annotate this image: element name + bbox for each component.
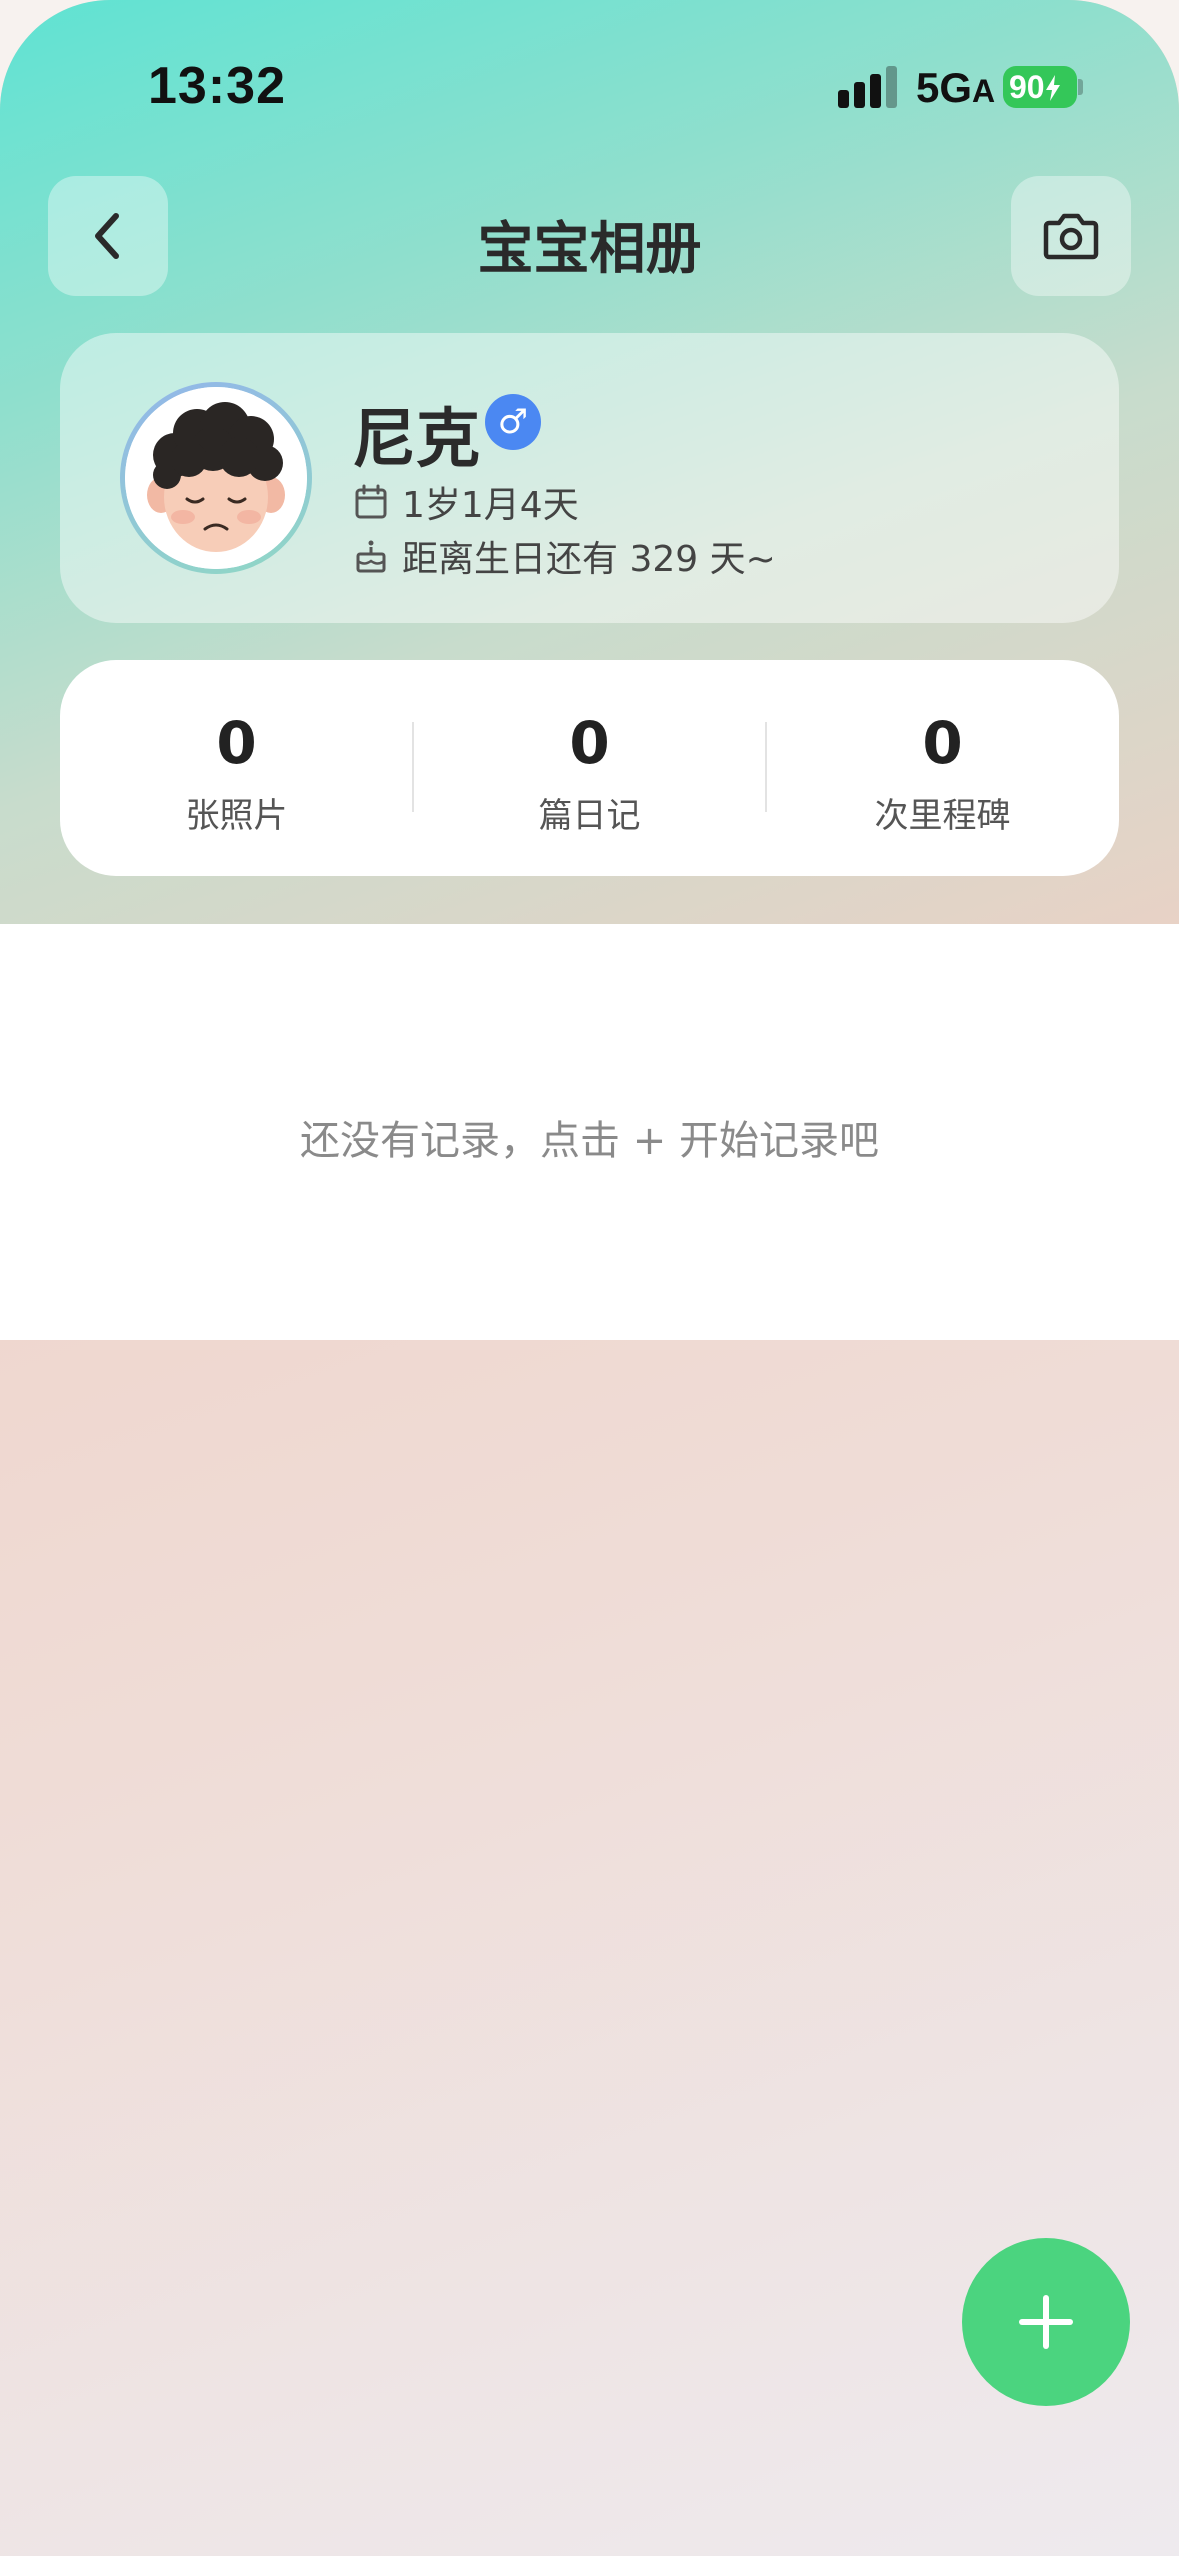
plus-icon bbox=[1019, 2295, 1073, 2349]
charging-bolt-icon bbox=[1045, 75, 1060, 101]
stats-card: 0 张照片 0 篇日记 0 次里程碑 bbox=[60, 660, 1119, 876]
battery-indicator: 90 bbox=[1003, 66, 1077, 108]
cake-icon bbox=[356, 540, 386, 573]
stat-value: 0 bbox=[922, 709, 963, 777]
age-row: 1岁1月4天 bbox=[354, 476, 579, 528]
age-text: 1岁1月4天 bbox=[402, 485, 579, 526]
stat-label: 篇日记 bbox=[538, 796, 641, 836]
birthday-row: 距离生日还有 329 天~ bbox=[354, 530, 776, 582]
stat-photos[interactable]: 0 张照片 bbox=[60, 660, 413, 876]
stat-milestones[interactable]: 0 次里程碑 bbox=[766, 660, 1119, 876]
signal-icon bbox=[838, 66, 900, 108]
phone-screen: 13:32 5GA 90 宝宝相册 尼克 ♂ 1岁1月4天 距离生日还有 329… bbox=[0, 0, 1179, 2556]
stat-value: 0 bbox=[569, 709, 610, 777]
stat-label: 次里程碑 bbox=[874, 796, 1011, 836]
add-record-button[interactable] bbox=[962, 2238, 1130, 2406]
network-type: 5GA bbox=[916, 64, 996, 111]
stat-diaries[interactable]: 0 篇日记 bbox=[413, 660, 766, 876]
status-time: 13:32 bbox=[148, 57, 286, 115]
avatar[interactable] bbox=[120, 382, 312, 574]
battery-tip bbox=[1078, 79, 1083, 95]
empty-state-text: 还没有记录，点击 + 开始记录吧 bbox=[300, 1118, 879, 1164]
stat-value: 0 bbox=[216, 709, 257, 777]
camera-icon bbox=[1043, 213, 1099, 260]
camera-button[interactable] bbox=[1011, 176, 1131, 296]
calendar-icon bbox=[355, 484, 387, 519]
stat-label: 张照片 bbox=[185, 796, 288, 836]
page-title: 宝宝相册 bbox=[477, 217, 702, 282]
avatar-image bbox=[125, 387, 307, 569]
birthday-countdown-text: 距离生日还有 329 天~ bbox=[402, 539, 776, 580]
male-gender-icon: ♂ bbox=[485, 394, 541, 450]
baby-name: 尼克 bbox=[352, 403, 480, 477]
